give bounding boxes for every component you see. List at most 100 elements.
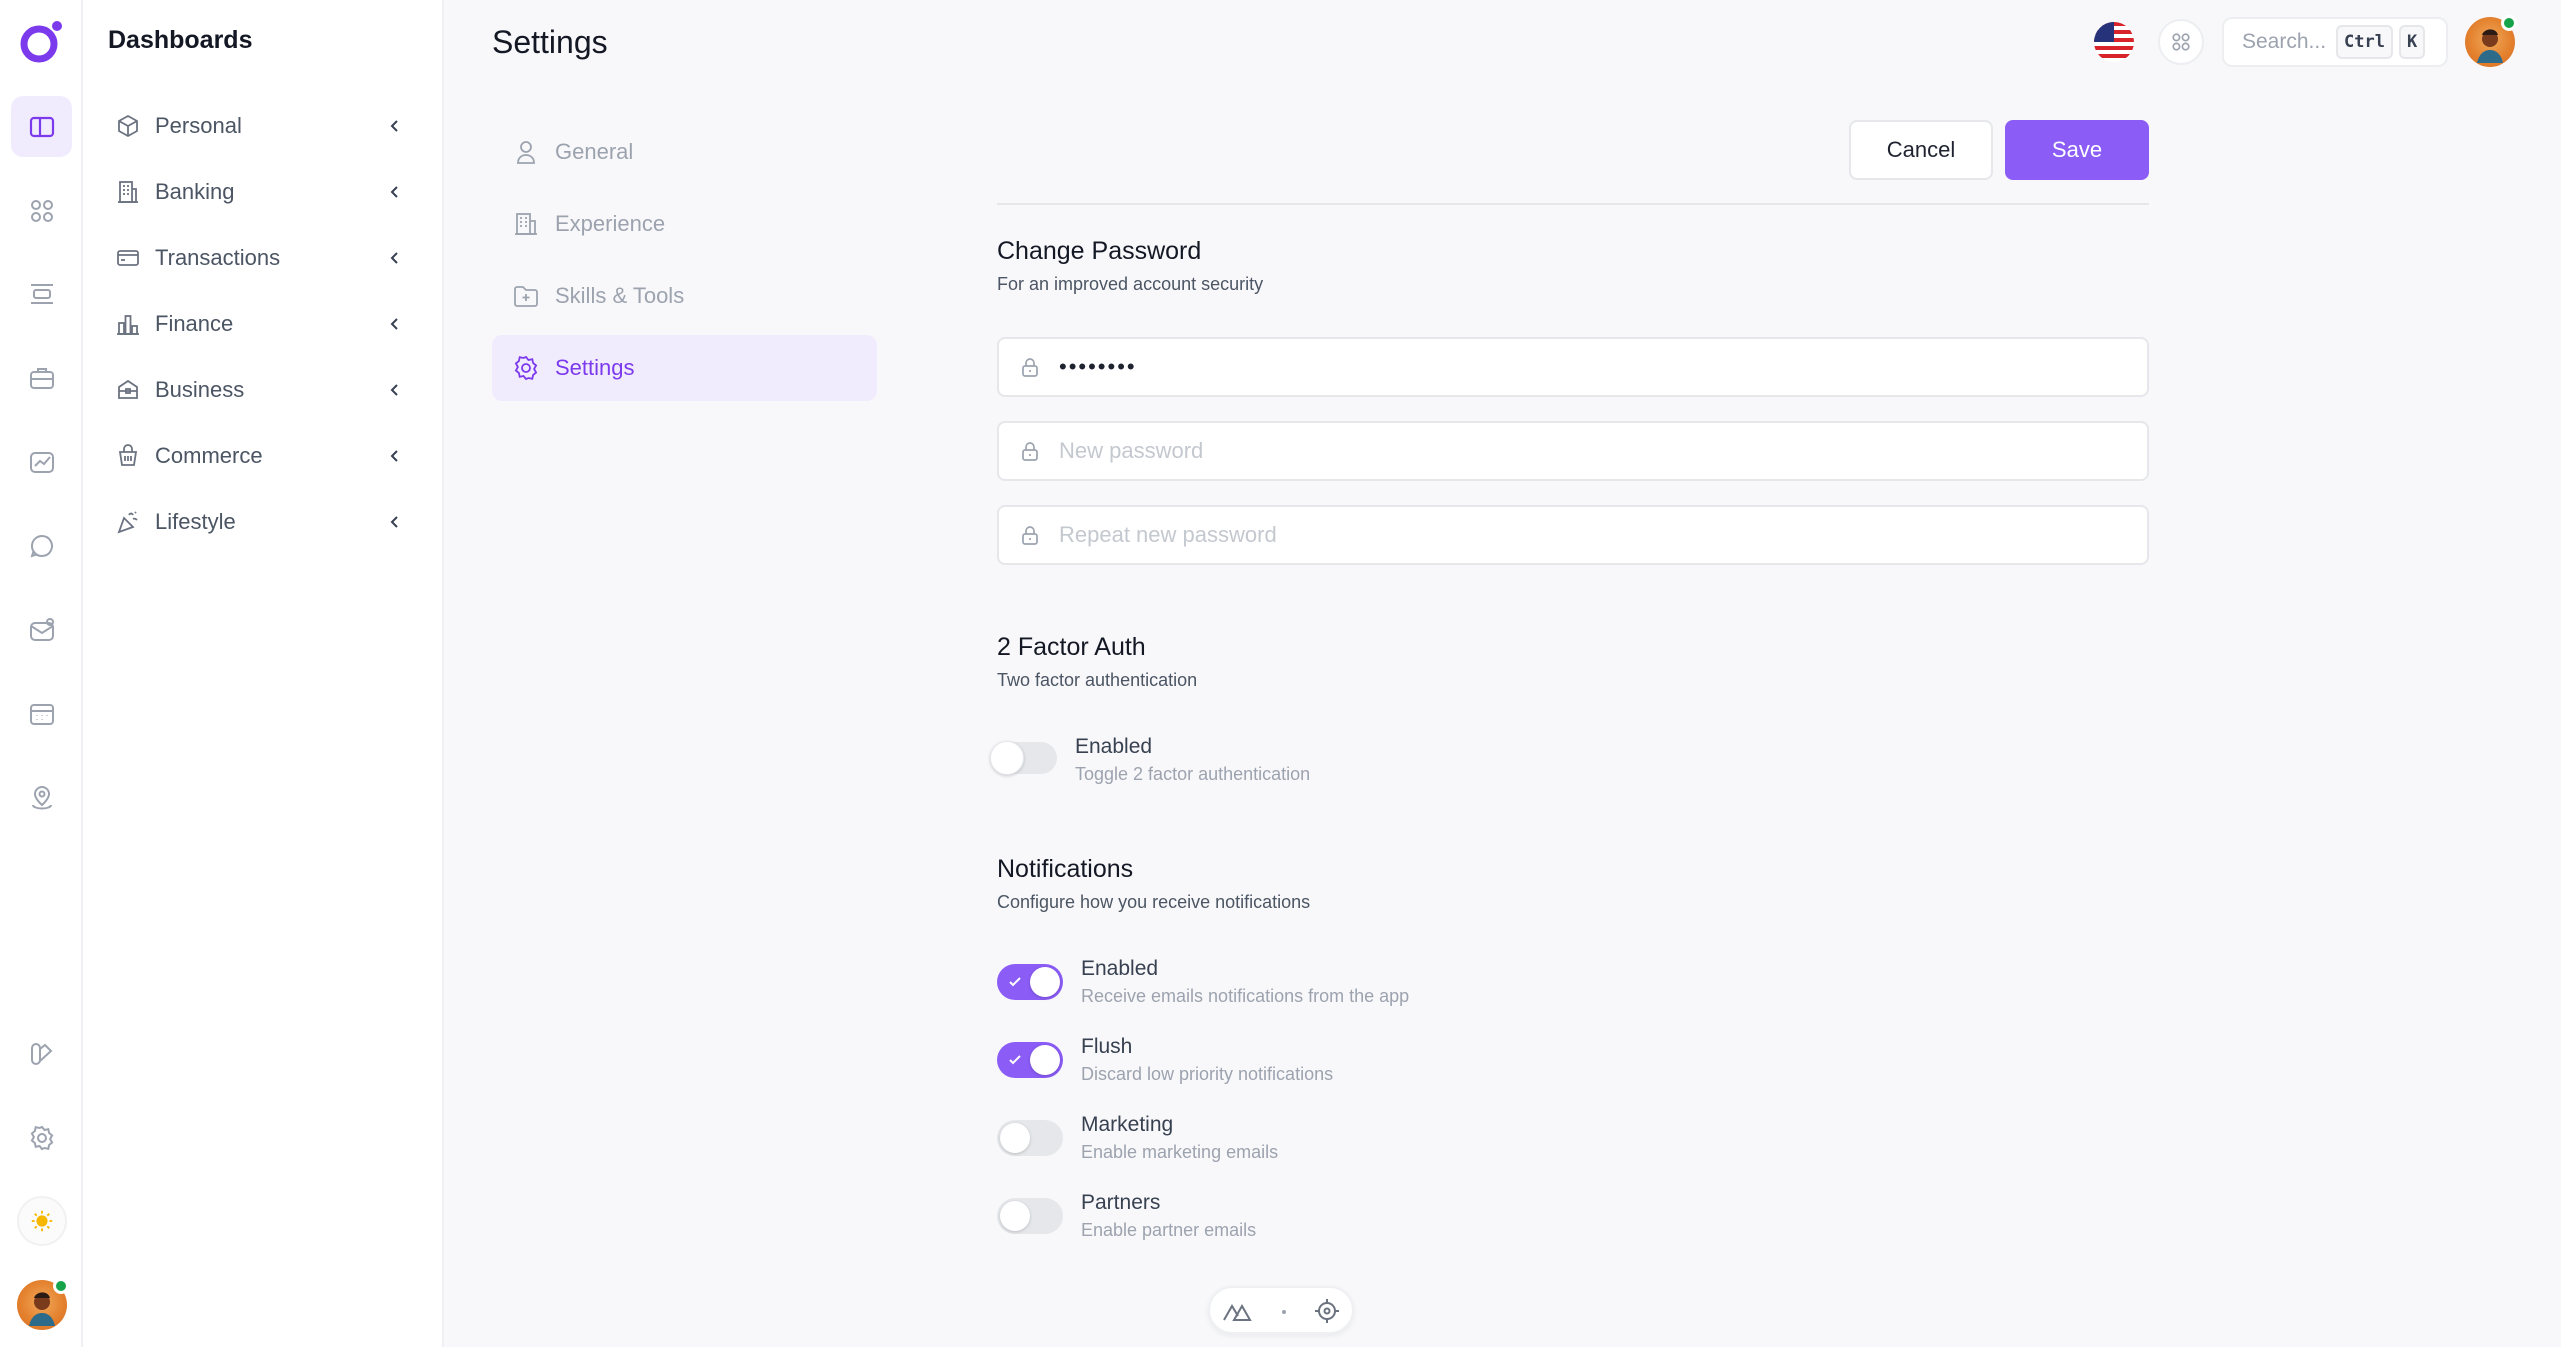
toggle-knob: [1000, 1123, 1030, 1153]
current-password-value: ••••••••: [1059, 354, 1137, 379]
calendar-icon[interactable]: [11, 683, 72, 744]
bar-chart-icon: [115, 311, 141, 337]
tab-label: General: [555, 139, 634, 164]
section-title-notifications: Notifications: [997, 855, 1134, 883]
sidebar-item-commerce[interactable]: Commerce: [115, 436, 405, 476]
chevron-left-icon: [390, 318, 398, 330]
toggle-knob: [1030, 967, 1060, 997]
divider: [997, 203, 2149, 205]
sidebar-item-label: Banking: [155, 179, 235, 204]
apps-grid-icon[interactable]: [2158, 19, 2204, 65]
sidebar-item-label: Commerce: [155, 443, 263, 468]
briefcase-icon[interactable]: [11, 347, 72, 408]
notifications-marketing-label: Marketing: [1081, 1113, 1174, 1136]
sidebar-item-transactions[interactable]: Transactions: [115, 238, 405, 278]
briefcase-icon: [115, 377, 141, 403]
notifications-enabled-label: Enabled: [1081, 957, 1159, 980]
check-icon: [1009, 1055, 1021, 1065]
tab-experience[interactable]: Experience: [492, 191, 877, 257]
kbd-k: K: [2399, 25, 2426, 59]
brush-icon[interactable]: [11, 1023, 72, 1084]
two-factor-sublabel: Toggle 2 factor authentication: [1075, 764, 1311, 784]
gear-icon[interactable]: [11, 1107, 72, 1168]
new-password-placeholder: New password: [1059, 438, 1204, 463]
devtools-dock: [1208, 1286, 1354, 1334]
mail-icon[interactable]: [11, 599, 72, 660]
sun-icon[interactable]: [17, 1196, 67, 1246]
sidebar-item-label: Transactions: [155, 245, 281, 270]
chevron-left-icon: [390, 186, 398, 198]
shopping-basket-icon: [115, 443, 141, 469]
icon-rail: [0, 0, 83, 1347]
sidebar-item-label: Business: [155, 377, 245, 402]
chevron-left-icon: [390, 384, 398, 396]
kbd-ctrl: Ctrl: [2336, 25, 2393, 59]
cube-icon: [115, 113, 141, 139]
repeat-password-placeholder: Repeat new password: [1059, 522, 1277, 547]
analytics-icon[interactable]: [11, 431, 72, 492]
current-password-field[interactable]: ••••••••: [997, 337, 2149, 397]
notifications-flush-label: Flush: [1081, 1035, 1133, 1058]
toggle-knob: [1000, 1201, 1030, 1231]
new-password-field[interactable]: New password: [997, 421, 2149, 481]
sidebar-item-label: Personal: [155, 113, 242, 138]
sidebar: Dashboards Personal Banking Transactions…: [83, 0, 444, 1347]
us-flag-icon[interactable]: [2094, 22, 2134, 62]
tab-skills-tools[interactable]: Skills & Tools: [492, 263, 877, 329]
building-icon: [512, 210, 540, 238]
header-avatar[interactable]: [2465, 15, 2517, 67]
chevron-left-icon: [390, 252, 398, 264]
sidebar-item-business[interactable]: Business: [115, 370, 405, 410]
gear-icon: [512, 354, 540, 382]
chevron-left-icon: [390, 120, 398, 132]
page-title: Settings: [492, 24, 608, 60]
tab-settings[interactable]: Settings: [492, 335, 877, 401]
chevron-left-icon: [390, 516, 398, 528]
two-factor-label: Enabled: [1075, 735, 1153, 758]
notifications-enabled-sublabel: Receive emails notifications from the ap…: [1081, 986, 1410, 1006]
notifications-marketing-sublabel: Enable marketing emails: [1081, 1142, 1279, 1162]
building-icon: [115, 179, 141, 205]
repeat-password-field[interactable]: Repeat new password: [997, 505, 2149, 565]
sidebar-item-finance[interactable]: Finance: [115, 304, 405, 344]
lock-icon: [1022, 358, 1038, 377]
cancel-button[interactable]: Cancel: [1849, 120, 1993, 180]
search-placeholder: Search...: [2242, 30, 2327, 53]
sidebar-title: Dashboards: [108, 26, 253, 54]
sidebar-item-label: Lifestyle: [155, 509, 236, 534]
notifications-partners-sublabel: Enable partner emails: [1081, 1220, 1257, 1240]
map-pin-icon[interactable]: [11, 767, 72, 828]
section-subtitle-password: For an improved account security: [997, 274, 1264, 294]
sidebar-item-banking[interactable]: Banking: [115, 172, 405, 212]
toggle-knob: [1030, 1045, 1060, 1075]
two-factor-toggle[interactable]: [990, 741, 1057, 775]
lock-icon: [1022, 526, 1038, 545]
layout-icon[interactable]: [11, 263, 72, 324]
sidebar-item-personal[interactable]: Personal: [115, 106, 405, 146]
apps-grid-icon[interactable]: [11, 180, 72, 241]
toggle-knob: [990, 741, 1024, 775]
sidebar-panel-icon[interactable]: [11, 96, 72, 157]
section-title-password: Change Password: [997, 237, 1202, 265]
chat-icon[interactable]: [11, 515, 72, 576]
notifications-flush-toggle[interactable]: [997, 1042, 1063, 1078]
sidebar-item-lifestyle[interactable]: Lifestyle: [115, 502, 405, 542]
app-logo[interactable]: [17, 17, 67, 67]
notifications-partners-toggle[interactable]: [997, 1198, 1063, 1234]
notifications-enabled-toggle[interactable]: [997, 964, 1063, 1000]
nuxt-logo-icon[interactable]: [1222, 1298, 1252, 1324]
notifications-flush-sublabel: Discard low priority notifications: [1081, 1064, 1334, 1084]
user-icon: [512, 138, 540, 166]
folder-plus-icon: [512, 282, 540, 310]
crosshair-icon[interactable]: [1314, 1298, 1340, 1324]
user-avatar[interactable]: [17, 1278, 69, 1330]
credit-card-icon: [115, 245, 141, 271]
save-button[interactable]: Save: [2005, 120, 2149, 180]
notifications-marketing-toggle[interactable]: [997, 1120, 1063, 1156]
search-input[interactable]: Search... Ctrl K: [2222, 17, 2448, 67]
sidebar-item-label: Finance: [155, 311, 234, 336]
notifications-partners-label: Partners: [1081, 1191, 1161, 1214]
tab-general[interactable]: General: [492, 119, 877, 185]
tab-label: Skills & Tools: [555, 283, 685, 308]
separator-dot: [1282, 1310, 1286, 1314]
